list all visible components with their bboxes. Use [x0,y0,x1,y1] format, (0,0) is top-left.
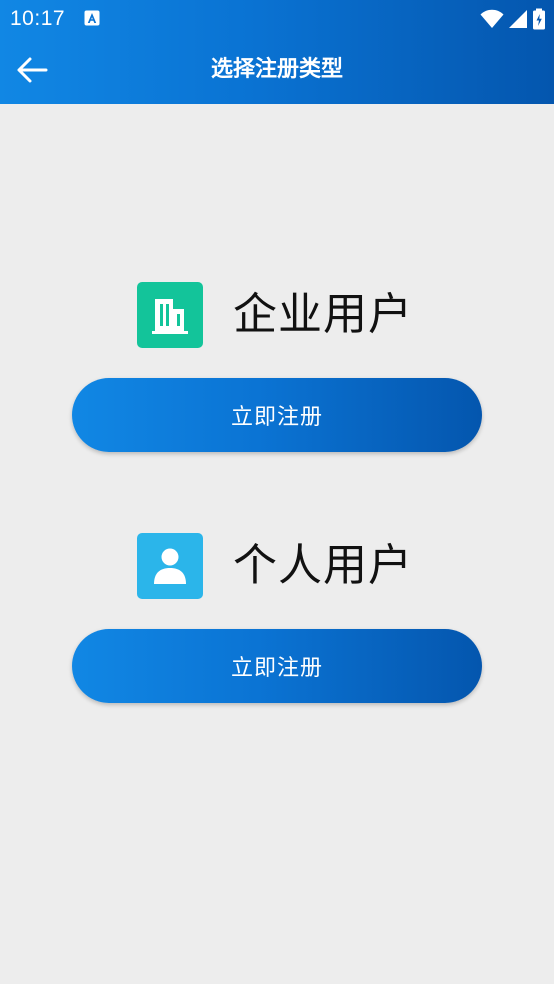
option-personal-label: 个人用户 [233,540,413,591]
option-personal-header: 个人用户 [137,533,413,599]
battery-icon [533,8,545,30]
option-enterprise-label: 企业用户 [233,289,413,340]
app-header: 10:17 选择注册类型 [0,0,554,104]
status-time: 10:17 [10,7,66,30]
status-bar: 10:17 [0,0,554,38]
title-bar: 选择注册类型 [0,38,554,104]
cellular-signal-icon [509,10,527,28]
accessibility-a-icon [84,10,100,26]
page-title: 选择注册类型 [210,57,343,82]
option-enterprise-header: 企业用户 [137,282,413,348]
wifi-icon [480,9,504,28]
status-icons [480,8,546,30]
building-icon [137,282,203,348]
register-personal-button[interactable]: 立即注册 [72,629,482,703]
register-enterprise-button[interactable]: 立即注册 [72,378,482,452]
person-icon [137,533,203,599]
